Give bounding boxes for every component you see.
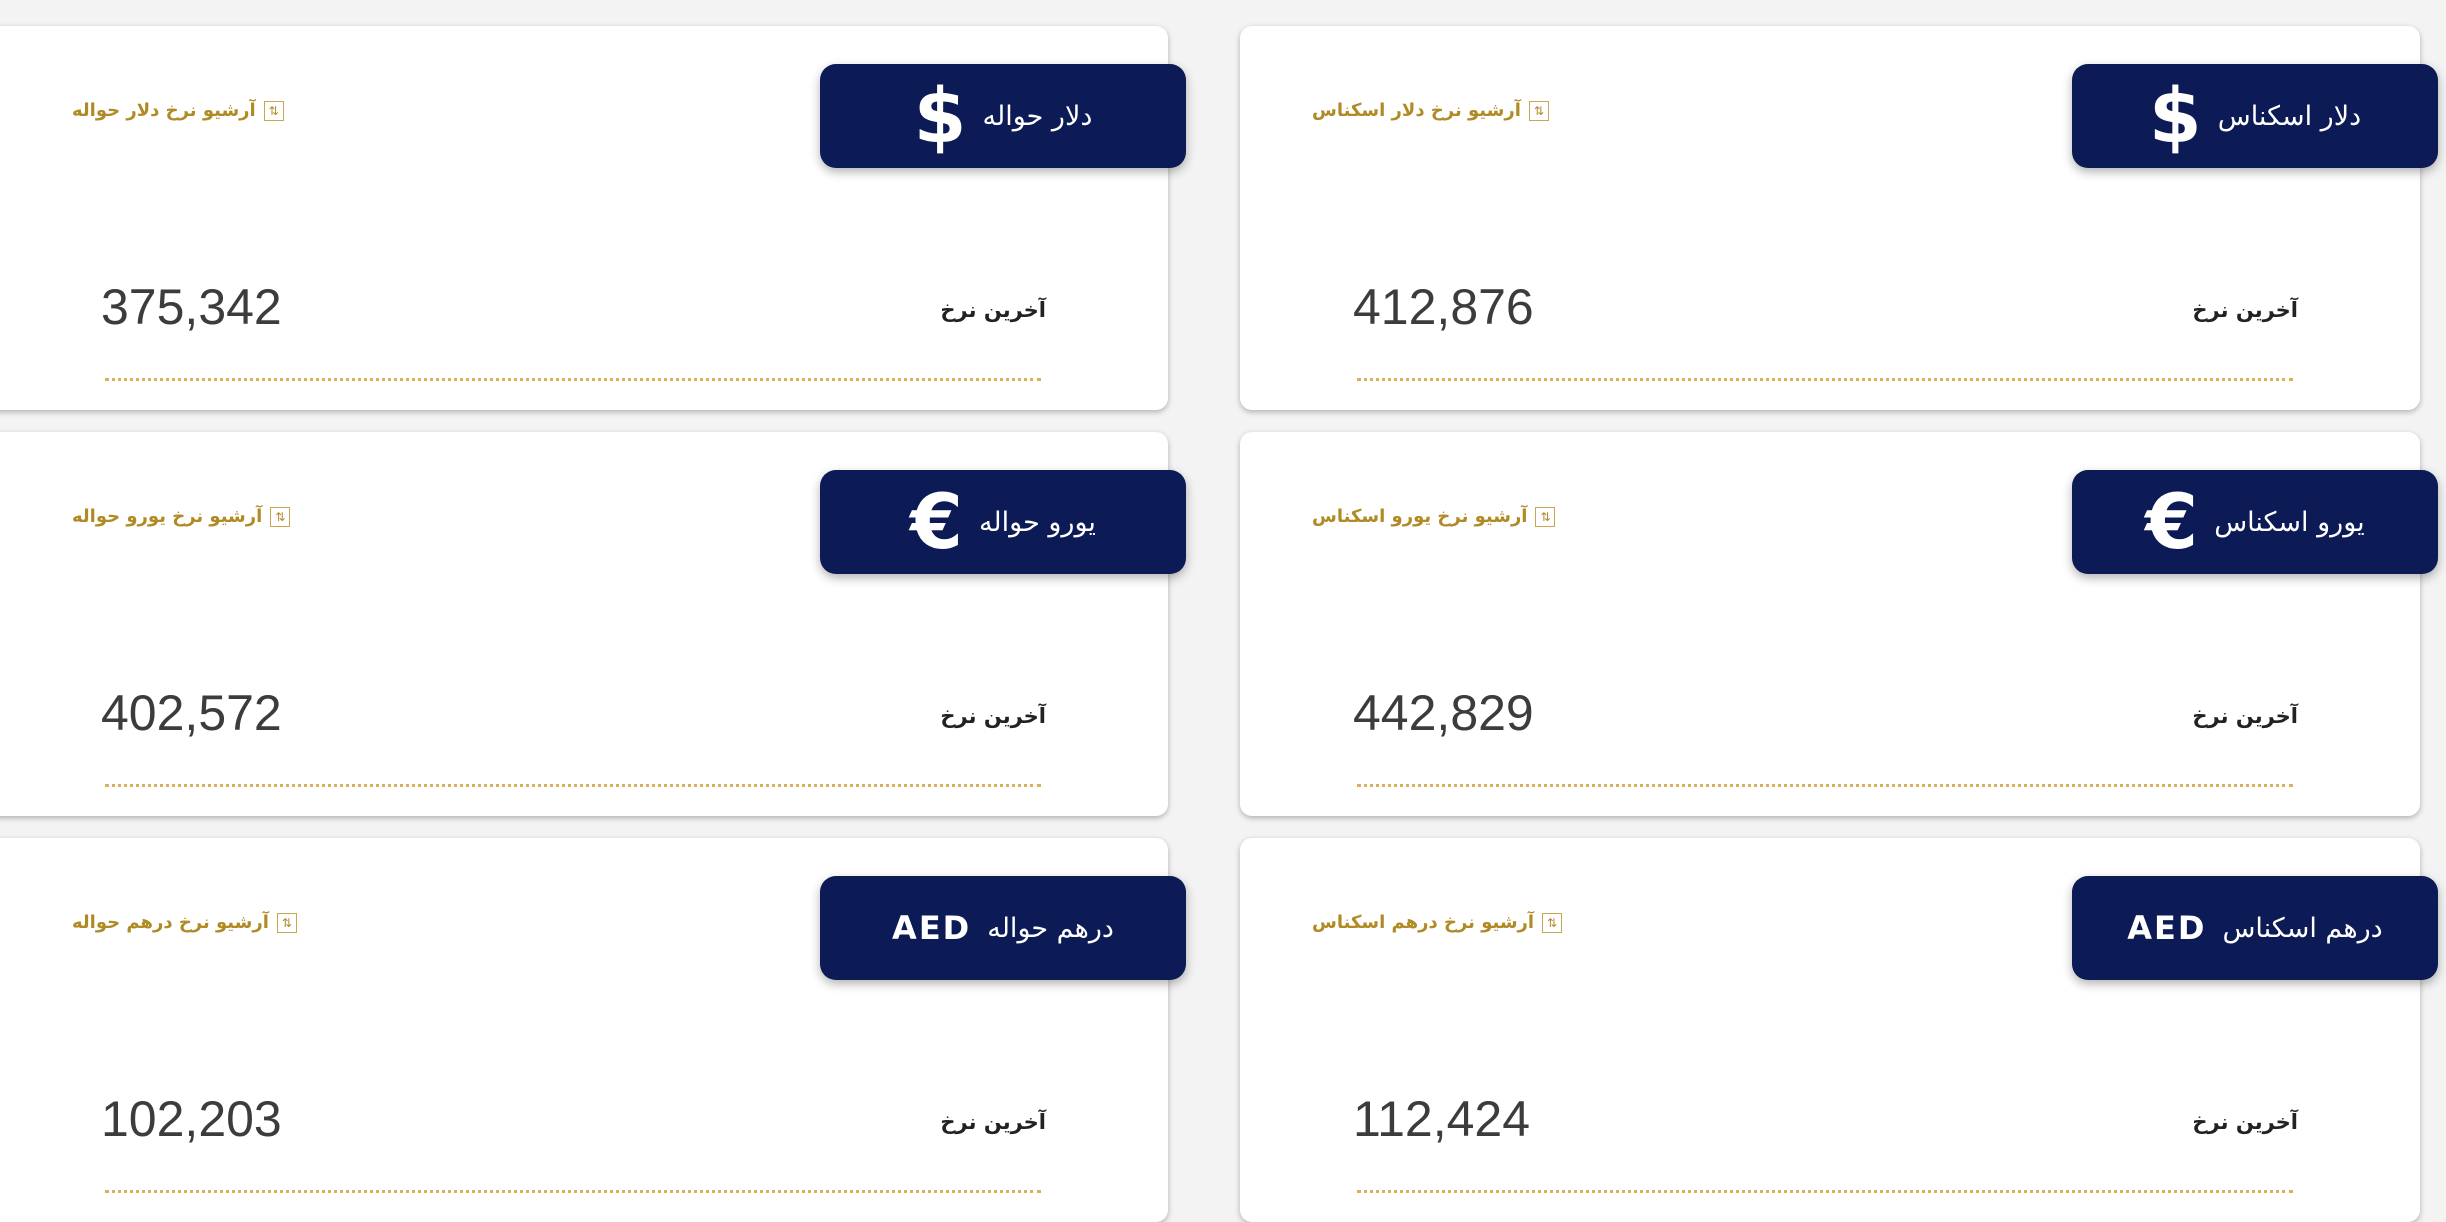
rate-value: 402,572	[101, 685, 282, 741]
divider	[105, 784, 1041, 787]
archive-link-label: آرشیو نرخ یورو اسکناس	[1312, 506, 1528, 527]
archive-link-label: آرشیو نرخ درهم حواله	[72, 912, 269, 933]
divider	[1357, 784, 2293, 787]
card-badge: AED درهم حواله	[820, 876, 1186, 980]
dollar-sign-icon: $	[913, 71, 967, 160]
rate-label: آخرین نرخ	[940, 298, 1046, 322]
card-title: دلار حواله	[982, 100, 1093, 132]
sort-icon: ⇅	[263, 100, 284, 121]
divider	[105, 378, 1041, 381]
aed-icon: AED	[2127, 909, 2207, 947]
card-badge: $ دلار اسکناس	[2072, 64, 2438, 168]
card-title: یورو اسکناس	[2214, 506, 2365, 538]
archive-link-label: آرشیو نرخ درهم اسکناس	[1312, 912, 1535, 933]
archive-link[interactable]: ⇅ آرشیو نرخ درهم اسکناس	[1312, 912, 1563, 933]
rate-value: 442,829	[1353, 685, 1534, 741]
rate-label: آخرین نرخ	[940, 704, 1046, 728]
sort-icon: ⇅	[1528, 100, 1549, 121]
euro-sign-icon: €	[2145, 477, 2199, 566]
card-title: درهم اسکناس	[2222, 912, 2383, 944]
sort-icon: ⇅	[270, 506, 291, 527]
rate-value: 412,876	[1353, 279, 1534, 335]
card-badge: AED درهم اسکناس	[2072, 876, 2438, 980]
divider	[1357, 378, 2293, 381]
card-title: یورو حواله	[978, 506, 1096, 538]
archive-link[interactable]: ⇅ آرشیو نرخ دلار اسکناس	[1312, 100, 1549, 121]
rate-label: آخرین نرخ	[2192, 298, 2298, 322]
euro-sign-icon: €	[910, 477, 963, 566]
sort-icon: ⇅	[276, 912, 297, 933]
rate-value: 375,342	[101, 279, 282, 335]
rate-card-euro-cash: € یورو اسکناس ⇅ آرشیو نرخ یورو اسکناس آخ…	[1240, 432, 2438, 816]
archive-link-label: آرشیو نرخ دلار حواله	[72, 100, 256, 121]
card-title: درهم حواله	[987, 912, 1114, 944]
rate-value: 112,424	[1353, 1091, 1531, 1147]
divider	[1357, 1190, 2293, 1193]
card-badge: € یورو حواله	[820, 470, 1186, 574]
sort-icon: ⇅	[1542, 912, 1563, 933]
rate-card-dollar-cash: $ دلار اسکناس ⇅ آرشیو نرخ دلار اسکناس آخ…	[1240, 26, 2438, 410]
archive-link[interactable]: ⇅ آرشیو نرخ یورو اسکناس	[1312, 506, 1556, 527]
archive-link[interactable]: ⇅ آرشیو نرخ یورو حواله	[72, 506, 291, 527]
archive-link[interactable]: ⇅ آرشیو نرخ درهم حواله	[72, 912, 297, 933]
sort-icon: ⇅	[1535, 506, 1556, 527]
rate-value: 102,203	[101, 1091, 282, 1147]
archive-link-label: آرشیو نرخ یورو حواله	[72, 506, 263, 527]
rate-label: آخرین نرخ	[2192, 704, 2298, 728]
rate-label: آخرین نرخ	[940, 1110, 1046, 1134]
archive-link[interactable]: ⇅ آرشیو نرخ دلار حواله	[72, 100, 284, 121]
rate-label: آخرین نرخ	[2192, 1110, 2298, 1134]
rate-card-euro-transfer: € یورو حواله ⇅ آرشیو نرخ یورو حواله آخری…	[0, 432, 1186, 816]
rate-card-dollar-transfer: $ دلار حواله ⇅ آرشیو نرخ دلار حواله آخری…	[0, 26, 1186, 410]
divider	[105, 1190, 1041, 1193]
aed-icon: AED	[892, 909, 972, 947]
rate-card-dirham-cash: AED درهم اسکناس ⇅ آرشیو نرخ درهم اسکناس …	[1240, 838, 2438, 1222]
card-badge: € یورو اسکناس	[2072, 470, 2438, 574]
archive-link-label: آرشیو نرخ دلار اسکناس	[1312, 100, 1521, 121]
card-title: دلار اسکناس	[2217, 100, 2362, 132]
dollar-sign-icon: $	[2148, 71, 2202, 160]
rate-card-dirham-transfer: AED درهم حواله ⇅ آرشیو نرخ درهم حواله آخ…	[0, 838, 1186, 1222]
card-badge: $ دلار حواله	[820, 64, 1186, 168]
